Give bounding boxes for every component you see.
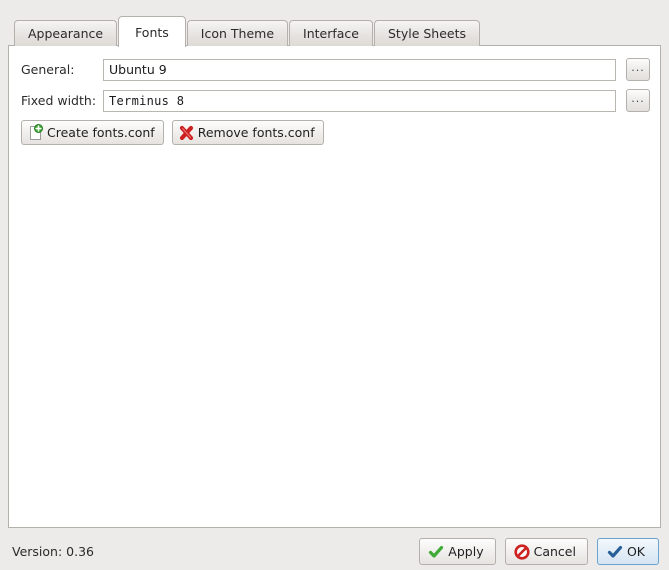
general-font-input[interactable]: Ubuntu 9: [103, 58, 616, 81]
dialog-footer: Version: 0.36 Apply Cancel OK: [0, 532, 669, 570]
fixed-width-font-browse-button[interactable]: ...: [626, 89, 650, 112]
create-fonts-conf-label: Create fonts.conf: [47, 125, 155, 140]
cancel-label: Cancel: [533, 544, 576, 559]
ok-button[interactable]: OK: [596, 538, 659, 565]
delete-x-icon: [178, 124, 195, 142]
general-font-label: General:: [21, 62, 75, 77]
cancel-button[interactable]: Cancel: [504, 538, 588, 565]
fonts-conf-button-row: Create fonts.conf Remove fonts.conf: [21, 120, 324, 145]
remove-fonts-conf-label: Remove fonts.conf: [197, 125, 315, 140]
general-font-row: General: Ubuntu 9 ...: [21, 58, 650, 81]
tab-style-sheets[interactable]: Style Sheets: [373, 20, 481, 46]
ok-label: OK: [626, 544, 645, 559]
tab-icon-theme[interactable]: Icon Theme: [186, 20, 289, 46]
fixed-width-font-row: Fixed width: Terminus 8 ...: [21, 89, 650, 112]
tab-fonts[interactable]: Fonts: [118, 16, 186, 47]
tab-interface[interactable]: Interface: [289, 20, 373, 46]
fixed-width-font-label: Fixed width:: [21, 93, 97, 108]
version-label: Version: 0.36: [12, 544, 94, 559]
apply-label: Apply: [448, 544, 484, 559]
fonts-tab-panel: General: Ubuntu 9 ... Fixed width: Termi…: [8, 45, 661, 528]
tab-bar: Appearance Fonts Icon Theme Interface St…: [14, 14, 481, 47]
new-document-icon: [27, 123, 44, 142]
create-fonts-conf-button[interactable]: Create fonts.conf: [21, 120, 164, 145]
tab-appearance[interactable]: Appearance: [14, 20, 118, 46]
check-icon: [428, 544, 444, 560]
preferences-dialog: Appearance Fonts Icon Theme Interface St…: [0, 0, 669, 570]
check-icon: [607, 544, 623, 560]
prohibition-icon: [513, 543, 530, 560]
general-font-browse-button[interactable]: ...: [626, 58, 650, 81]
apply-button[interactable]: Apply: [419, 538, 496, 565]
fixed-width-font-input[interactable]: Terminus 8: [103, 89, 616, 112]
footer-button-group: Apply Cancel OK: [410, 538, 659, 565]
remove-fonts-conf-button[interactable]: Remove fonts.conf: [171, 120, 324, 145]
